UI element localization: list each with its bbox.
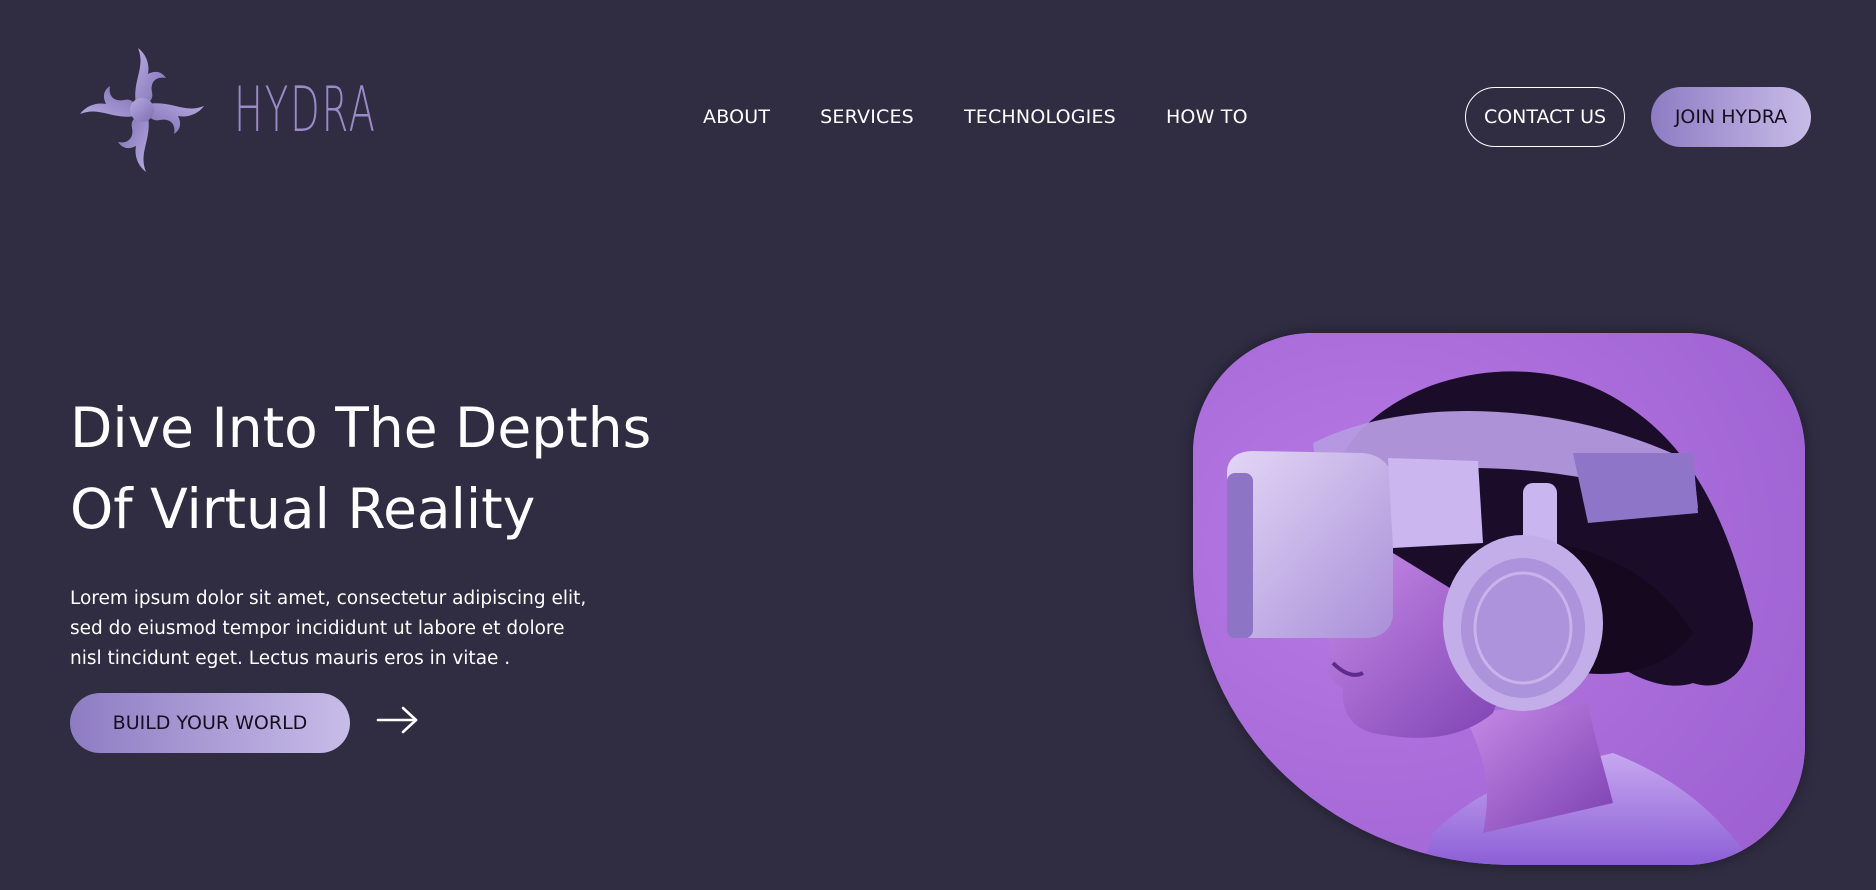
nav-item-technologies[interactable]: TECHNOLOGIES bbox=[964, 106, 1116, 128]
arrow-right-icon[interactable] bbox=[376, 705, 420, 735]
nav-item-how-to[interactable]: HOW TO bbox=[1166, 106, 1248, 128]
hero-description: Lorem ipsum dolor sit amet, consectetur … bbox=[70, 588, 587, 669]
hero-title-line-1: Dive Into The Depths bbox=[70, 396, 652, 460]
landing-page: HYDRA ABOUT SERVICES TECHNOLOGIES HOW TO… bbox=[0, 0, 1876, 890]
contact-us-button[interactable]: CONTACT US bbox=[1465, 87, 1625, 147]
build-your-world-button[interactable]: BUILD YOUR WORLD bbox=[70, 693, 350, 753]
person-wearing-vr-headset-image bbox=[1193, 333, 1805, 865]
hero-title-line-2: Of Virtual Reality bbox=[70, 477, 536, 541]
nav-item-services[interactable]: SERVICES bbox=[820, 106, 914, 128]
nav-item-about[interactable]: ABOUT bbox=[703, 106, 770, 128]
main-nav: ABOUT SERVICES TECHNOLOGIES HOW TO bbox=[703, 106, 1248, 128]
brand-name: HYDRA bbox=[234, 73, 377, 146]
brand-logo[interactable]: HYDRA bbox=[72, 40, 464, 180]
hydra-swirl-logo-icon bbox=[80, 48, 204, 172]
hero-title: Dive Into The Depths Of Virtual Reality bbox=[70, 388, 770, 550]
join-hydra-button[interactable]: JOIN HYDRA bbox=[1651, 87, 1811, 147]
